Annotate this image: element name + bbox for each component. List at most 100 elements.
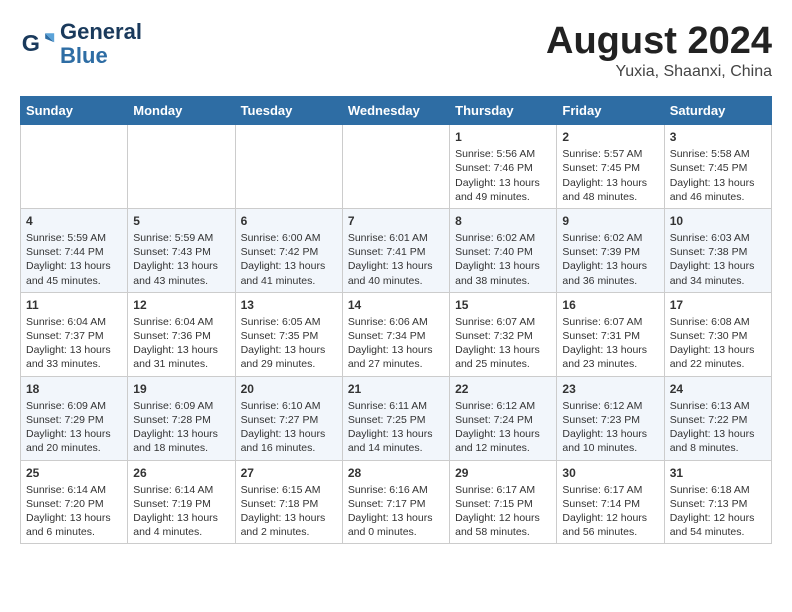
day-info: and 34 minutes. [670,274,766,288]
day-info: Sunset: 7:20 PM [26,497,122,511]
day-info: Daylight: 13 hours [455,343,551,357]
page-header: G General Blue August 2024 Yuxia, Shaanx… [20,20,772,81]
day-cell: 12Sunrise: 6:04 AMSunset: 7:36 PMDayligh… [128,292,235,376]
day-info: Sunrise: 6:17 AM [562,483,658,497]
calendar-header: SundayMondayTuesdayWednesdayThursdayFrid… [21,97,772,125]
day-info: Daylight: 13 hours [455,427,551,441]
day-cell: 19Sunrise: 6:09 AMSunset: 7:28 PMDayligh… [128,376,235,460]
day-info: Daylight: 13 hours [562,259,658,273]
day-info: Sunrise: 6:04 AM [133,315,229,329]
day-number: 3 [670,129,766,145]
day-cell: 11Sunrise: 6:04 AMSunset: 7:37 PMDayligh… [21,292,128,376]
day-info: and 23 minutes. [562,357,658,371]
day-info: Sunrise: 6:07 AM [455,315,551,329]
day-info: and 45 minutes. [26,274,122,288]
day-cell [235,125,342,209]
day-cell [128,125,235,209]
day-info: and 43 minutes. [133,274,229,288]
day-number: 5 [133,213,229,229]
day-info: Sunset: 7:27 PM [241,413,337,427]
day-info: Sunset: 7:34 PM [348,329,444,343]
day-cell: 5 Sunrise: 5:59 AMSunset: 7:43 PMDaylight… [128,208,235,292]
week-row-2: 4Sunrise: 5:59 AMSunset: 7:44 PMDaylight… [21,208,772,292]
day-info: Sunset: 7:14 PM [562,497,658,511]
day-info: Daylight: 13 hours [670,259,766,273]
day-info: Sunset: 7:42 PM [241,245,337,259]
day-number: 7 [348,213,444,229]
day-info: Sunrise: 6:02 AM [562,231,658,245]
day-info: Sunrise: 6:00 AM [241,231,337,245]
day-cell: 25Sunrise: 6:14 AMSunset: 7:20 PMDayligh… [21,460,128,544]
day-cell: 3Sunrise: 5:58 AMSunset: 7:45 PMDaylight… [664,125,771,209]
day-cell: 2Sunrise: 5:57 AMSunset: 7:45 PMDaylight… [557,125,664,209]
day-info: and 54 minutes. [670,525,766,539]
day-info: and 33 minutes. [26,357,122,371]
day-info: Sunset: 7:43 PM [133,245,229,259]
header-cell-sunday: Sunday [21,97,128,125]
day-info: and 16 minutes. [241,441,337,455]
day-info: Sunrise: 5:56 AM [455,147,551,161]
day-info: Sunset: 7:45 PM [670,161,766,175]
day-info: Sunrise: 5:57 AM [562,147,658,161]
day-info: and 18 minutes. [133,441,229,455]
week-row-5: 25Sunrise: 6:14 AMSunset: 7:20 PMDayligh… [21,460,772,544]
week-row-4: 18Sunrise: 6:09 AMSunset: 7:29 PMDayligh… [21,376,772,460]
day-info: Daylight: 12 hours [562,511,658,525]
day-info: Sunset: 7:31 PM [562,329,658,343]
week-row-3: 11Sunrise: 6:04 AMSunset: 7:37 PMDayligh… [21,292,772,376]
day-cell: 7Sunrise: 6:01 AMSunset: 7:41 PMDaylight… [342,208,449,292]
header-cell-saturday: Saturday [664,97,771,125]
day-info: and 40 minutes. [348,274,444,288]
day-cell: 17Sunrise: 6:08 AMSunset: 7:30 PMDayligh… [664,292,771,376]
day-number: 24 [670,381,766,397]
logo-text: General Blue [60,20,142,68]
logo-line2: Blue [60,44,142,68]
day-info: and 8 minutes. [670,441,766,455]
day-number: 9 [562,213,658,229]
day-cell: 23Sunrise: 6:12 AMSunset: 7:23 PMDayligh… [557,376,664,460]
day-cell [342,125,449,209]
day-info: Daylight: 13 hours [455,176,551,190]
day-info: Sunset: 7:35 PM [241,329,337,343]
day-info: Sunrise: 6:02 AM [455,231,551,245]
day-cell: 16Sunrise: 6:07 AMSunset: 7:31 PMDayligh… [557,292,664,376]
day-cell: 30Sunrise: 6:17 AMSunset: 7:14 PMDayligh… [557,460,664,544]
day-info: Sunset: 7:36 PM [133,329,229,343]
day-info: Daylight: 13 hours [562,176,658,190]
day-info: Sunset: 7:30 PM [670,329,766,343]
day-info: Sunrise: 6:09 AM [133,399,229,413]
page-subtitle: Yuxia, Shaanxi, China [546,63,772,81]
day-info: and 22 minutes. [670,357,766,371]
day-info: Sunset: 7:22 PM [670,413,766,427]
day-info: Daylight: 13 hours [26,511,122,525]
day-cell: 1Sunrise: 5:56 AMSunset: 7:46 PMDaylight… [450,125,557,209]
day-number: 1 [455,129,551,145]
day-info: and 36 minutes. [562,274,658,288]
day-info: and 58 minutes. [455,525,551,539]
day-cell: 31Sunrise: 6:18 AMSunset: 7:13 PMDayligh… [664,460,771,544]
day-cell [21,125,128,209]
calendar-table: SundayMondayTuesdayWednesdayThursdayFrid… [20,96,772,544]
day-info: Daylight: 13 hours [348,427,444,441]
day-info: Daylight: 13 hours [670,427,766,441]
day-info: Daylight: 13 hours [241,427,337,441]
day-info: Sunset: 7:45 PM [562,161,658,175]
day-number: 27 [241,465,337,481]
day-info: Sunrise: 6:12 AM [562,399,658,413]
day-info: Sunrise: 5:59 AM [26,231,122,245]
day-info: and 20 minutes. [26,441,122,455]
day-number: 18 [26,381,122,397]
day-number: 26 [133,465,229,481]
week-row-1: 1Sunrise: 5:56 AMSunset: 7:46 PMDaylight… [21,125,772,209]
day-cell: 21Sunrise: 6:11 AMSunset: 7:25 PMDayligh… [342,376,449,460]
day-info: Daylight: 13 hours [241,259,337,273]
day-info: Daylight: 12 hours [455,511,551,525]
day-info: Sunset: 7:13 PM [670,497,766,511]
day-info: Daylight: 13 hours [133,259,229,273]
day-cell: 15Sunrise: 6:07 AMSunset: 7:32 PMDayligh… [450,292,557,376]
day-cell: 9 Sunrise: 6:02 AMSunset: 7:39 PMDaylight… [557,208,664,292]
day-info: Sunrise: 5:59 AM [133,231,229,245]
day-info: and 41 minutes. [241,274,337,288]
day-info: Sunset: 7:39 PM [562,245,658,259]
day-info: Sunrise: 6:17 AM [455,483,551,497]
